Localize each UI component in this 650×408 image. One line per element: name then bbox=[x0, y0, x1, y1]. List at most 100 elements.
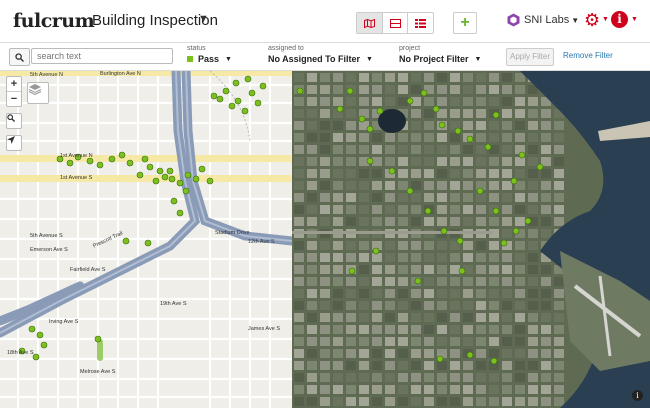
app-logo[interactable]: fulcrum bbox=[13, 10, 95, 32]
apply-filter-button[interactable]: Apply Filter bbox=[506, 48, 554, 66]
inspection-marker[interactable] bbox=[440, 227, 448, 235]
inspection-marker[interactable] bbox=[436, 355, 444, 363]
inspection-marker[interactable] bbox=[510, 177, 518, 185]
city-block bbox=[502, 301, 512, 310]
inspection-marker[interactable] bbox=[524, 217, 532, 225]
layers-button[interactable] bbox=[27, 82, 49, 104]
inspection-marker[interactable] bbox=[366, 157, 374, 165]
inspection-marker[interactable] bbox=[406, 187, 414, 195]
inspection-marker[interactable] bbox=[490, 357, 498, 365]
inspection-marker[interactable] bbox=[216, 95, 224, 103]
inspection-marker[interactable] bbox=[492, 111, 500, 119]
inspection-marker[interactable] bbox=[476, 187, 484, 195]
inspection-marker[interactable] bbox=[366, 125, 374, 133]
inspection-marker[interactable] bbox=[152, 177, 160, 185]
inspection-marker[interactable] bbox=[406, 97, 414, 105]
split-view-button[interactable] bbox=[383, 13, 409, 33]
inspection-marker[interactable] bbox=[28, 325, 36, 333]
assigned-filter[interactable]: assigned to No Assigned To Filter ▼ bbox=[268, 45, 373, 64]
map-search-button[interactable] bbox=[6, 113, 22, 129]
inspection-marker[interactable] bbox=[296, 87, 304, 95]
inspection-marker[interactable] bbox=[376, 107, 384, 115]
city-block bbox=[528, 181, 538, 190]
inspection-marker[interactable] bbox=[192, 175, 200, 183]
inspection-marker[interactable] bbox=[94, 335, 102, 343]
inspection-marker[interactable] bbox=[122, 237, 130, 245]
inspection-marker[interactable] bbox=[388, 167, 396, 175]
org-selector[interactable]: SNI Labs ▼ bbox=[507, 13, 579, 27]
inspection-marker[interactable] bbox=[182, 187, 190, 195]
status-filter[interactable]: status Pass ▼ bbox=[187, 45, 232, 64]
inspection-marker[interactable] bbox=[348, 267, 356, 275]
inspection-marker[interactable] bbox=[424, 207, 432, 215]
inspection-marker[interactable] bbox=[141, 155, 149, 163]
inspection-marker[interactable] bbox=[222, 87, 230, 95]
inspection-marker[interactable] bbox=[536, 163, 544, 171]
inspection-marker[interactable] bbox=[466, 135, 474, 143]
inspection-marker[interactable] bbox=[156, 167, 164, 175]
remove-filter-link[interactable]: Remove Filter bbox=[563, 51, 613, 60]
inspection-marker[interactable] bbox=[126, 159, 134, 167]
inspection-marker[interactable] bbox=[466, 351, 474, 359]
locate-button[interactable] bbox=[6, 135, 22, 151]
inspection-marker[interactable] bbox=[210, 92, 218, 100]
inspection-marker[interactable] bbox=[456, 237, 464, 245]
inspection-marker[interactable] bbox=[512, 227, 520, 235]
map-canvas[interactable]: 5th Avenue N 1st Avenue N 1st Avenue S 5… bbox=[0, 71, 650, 408]
inspection-marker[interactable] bbox=[492, 207, 500, 215]
inspection-marker[interactable] bbox=[500, 239, 508, 247]
inspection-marker[interactable] bbox=[454, 127, 462, 135]
inspection-marker[interactable] bbox=[346, 87, 354, 95]
inspection-marker[interactable] bbox=[146, 163, 154, 171]
inspection-marker[interactable] bbox=[166, 167, 174, 175]
zoom-in-button[interactable]: + bbox=[7, 77, 21, 92]
inspection-marker[interactable] bbox=[234, 97, 242, 105]
inspection-marker[interactable] bbox=[168, 175, 176, 183]
inspection-marker[interactable] bbox=[336, 105, 344, 113]
gear-icon[interactable]: ⚙ bbox=[584, 10, 600, 30]
inspection-marker[interactable] bbox=[228, 102, 236, 110]
inspection-marker[interactable] bbox=[118, 151, 126, 159]
info-icon[interactable]: i bbox=[611, 11, 628, 28]
inspection-marker[interactable] bbox=[420, 89, 428, 97]
search-button[interactable] bbox=[9, 48, 30, 66]
inspection-marker[interactable] bbox=[458, 267, 466, 275]
inspection-marker[interactable] bbox=[66, 159, 74, 167]
inspection-marker[interactable] bbox=[198, 165, 206, 173]
table-view-button[interactable] bbox=[408, 13, 433, 33]
inspection-marker[interactable] bbox=[144, 239, 152, 247]
city-block bbox=[411, 181, 421, 190]
inspection-marker[interactable] bbox=[259, 82, 267, 90]
inspection-marker[interactable] bbox=[484, 143, 492, 151]
inspection-marker[interactable] bbox=[414, 277, 422, 285]
inspection-marker[interactable] bbox=[241, 107, 249, 115]
inspection-marker[interactable] bbox=[206, 177, 214, 185]
inspection-marker[interactable] bbox=[358, 115, 366, 123]
inspection-marker[interactable] bbox=[372, 247, 380, 255]
inspection-marker[interactable] bbox=[176, 209, 184, 217]
inspection-marker[interactable] bbox=[254, 99, 262, 107]
map-attribution-info-icon[interactable]: i bbox=[632, 390, 643, 401]
inspection-marker[interactable] bbox=[244, 75, 252, 83]
project-filter[interactable]: project No Project Filter ▼ bbox=[399, 45, 481, 64]
inspection-marker[interactable] bbox=[518, 151, 526, 159]
add-record-button[interactable]: + bbox=[453, 12, 477, 34]
zoom-out-button[interactable]: − bbox=[7, 92, 21, 106]
map-view-button[interactable] bbox=[357, 13, 383, 33]
inspection-marker[interactable] bbox=[432, 105, 440, 113]
city-block bbox=[346, 397, 356, 406]
inspection-marker[interactable] bbox=[438, 121, 446, 129]
inspection-marker[interactable] bbox=[170, 197, 178, 205]
inspection-marker[interactable] bbox=[96, 161, 104, 169]
inspection-marker[interactable] bbox=[108, 155, 116, 163]
inspection-marker[interactable] bbox=[40, 341, 48, 349]
inspection-marker[interactable] bbox=[184, 171, 192, 179]
inspection-marker[interactable] bbox=[161, 173, 169, 181]
search-input[interactable] bbox=[31, 48, 173, 64]
inspection-marker[interactable] bbox=[36, 331, 44, 339]
inspection-marker[interactable] bbox=[136, 171, 144, 179]
chevron-down-icon[interactable]: ▼ bbox=[198, 13, 209, 25]
inspection-marker[interactable] bbox=[248, 89, 256, 97]
inspection-marker[interactable] bbox=[176, 179, 184, 187]
inspection-marker[interactable] bbox=[232, 79, 240, 87]
